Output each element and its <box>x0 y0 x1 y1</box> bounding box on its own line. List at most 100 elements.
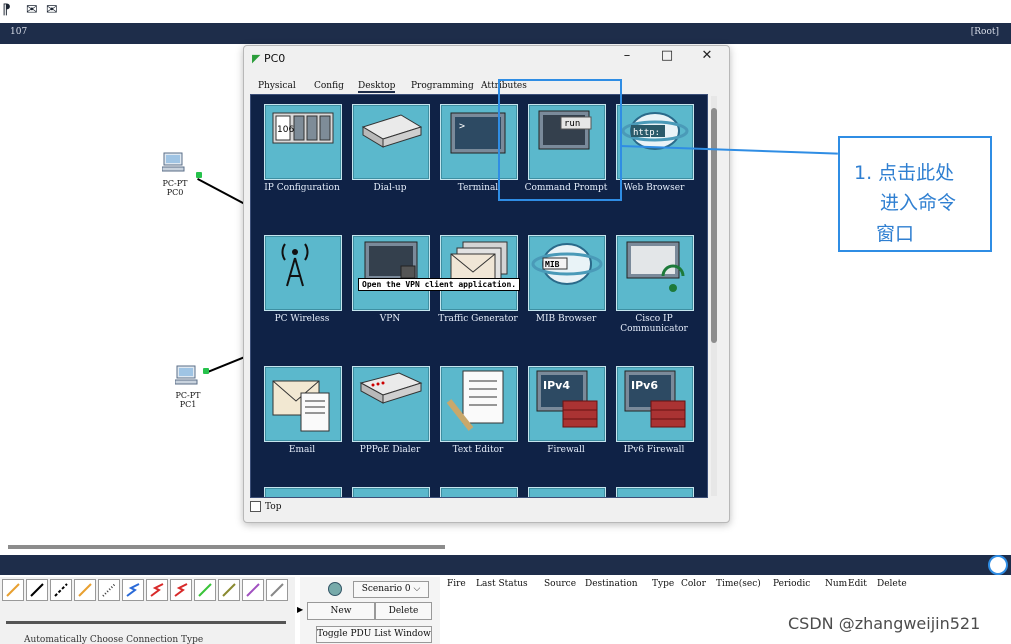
tool-coaxial-cable[interactable] <box>146 579 168 601</box>
tool-usb-cable[interactable] <box>266 579 288 601</box>
app-tile-partial[interactable] <box>264 487 342 497</box>
ip-communicator-icon <box>626 241 685 292</box>
tool-crossover-cable[interactable] <box>74 579 96 601</box>
pppoe-dialer-label: PPPoE Dialer <box>359 445 421 455</box>
ipv6-firewall-app[interactable]: IPv6 <box>616 366 694 442</box>
device-name-label: PC0 <box>166 188 184 197</box>
cisco-ip-communicator-label: Cisco IP Communicator <box>620 314 688 334</box>
expand-arrow-icon[interactable]: ▶ <box>297 605 303 614</box>
tool-serial-dce[interactable] <box>170 579 192 601</box>
link-pc0[interactable] <box>197 178 244 205</box>
column-num[interactable]: Num <box>825 579 847 589</box>
column-fire[interactable]: Fire <box>447 579 466 589</box>
column-destination[interactable]: Destination <box>585 579 638 589</box>
tool-serial-dte[interactable] <box>194 579 216 601</box>
text-editor-label: Text Editor <box>452 445 504 455</box>
top-checkbox[interactable]: Top <box>250 501 281 512</box>
callout-line-1: 1. 点击此处 <box>854 162 955 184</box>
app-tile-partial[interactable] <box>528 487 606 497</box>
tool-console-cable[interactable] <box>26 579 48 601</box>
new-button[interactable]: New <box>307 602 375 620</box>
tab-programming[interactable]: Programming <box>411 81 474 91</box>
traffic-generator-icon <box>450 241 508 287</box>
pen-icon[interactable]: ⁋ <box>2 2 11 18</box>
checkbox-box[interactable] <box>250 501 261 512</box>
navbar-left-text: 107 <box>10 27 28 37</box>
column-color[interactable]: Color <box>681 579 706 589</box>
tool-auto-connection[interactable] <box>2 579 24 601</box>
window-title: ◤ PC0 <box>252 52 285 65</box>
desktop-scroll-thumb[interactable] <box>711 108 717 343</box>
navbar-root-label[interactable]: [Root] <box>971 27 999 37</box>
column-type[interactable]: Type <box>652 579 674 589</box>
open-mail-icon[interactable]: ✉ <box>46 2 58 18</box>
column-periodic[interactable]: Periodic <box>773 579 810 589</box>
vpn-app[interactable] <box>352 235 430 311</box>
svg-text:MIB: MIB <box>545 260 560 269</box>
pc-wireless-app[interactable] <box>264 235 342 311</box>
mib-browser-app[interactable]: MIB <box>528 235 606 311</box>
realtime-mode-button[interactable] <box>988 555 1008 575</box>
mib-browser-label: MIB Browser <box>535 314 597 324</box>
column-source[interactable]: Source <box>544 579 576 589</box>
workspace-navbar: 107 [Root] <box>0 23 1011 44</box>
scenario-select-value: Scenario 0 <box>361 584 411 594</box>
ip-configuration-app[interactable]: 106 <box>264 104 342 180</box>
callout-line-3: 窗口 <box>876 223 915 245</box>
delete-button[interactable]: Delete <box>375 602 432 620</box>
vpn-label: VPN <box>379 314 401 324</box>
tab-config[interactable]: Config <box>314 81 344 91</box>
tool-phone-cable[interactable] <box>122 579 144 601</box>
app-tile-partial[interactable] <box>352 487 430 497</box>
tab-desktop[interactable]: Desktop <box>358 81 396 93</box>
desktop-panel: 106 > run http: IP Configuration Dial-up… <box>250 94 708 498</box>
callout-line-2: 进入命令 <box>880 192 957 214</box>
tool-straight-cable[interactable] <box>50 579 72 601</box>
web-browser-app[interactable]: http: <box>616 104 694 180</box>
app-tile-partial[interactable] <box>440 487 518 497</box>
watermark: CSDN @zhangweijin521 <box>788 614 981 633</box>
tool-fiber-cable[interactable] <box>98 579 120 601</box>
scenario-select[interactable]: Scenario 0 ⌵ <box>353 581 429 598</box>
svg-text:106: 106 <box>277 125 294 135</box>
ip-configuration-label: IP Configuration <box>264 183 340 193</box>
tab-physical[interactable]: Physical <box>258 81 296 91</box>
text-editor-app[interactable] <box>440 366 518 442</box>
firewall-app[interactable]: IPv4 <box>528 366 606 442</box>
email-app[interactable] <box>264 366 342 442</box>
column-edit[interactable]: Edit <box>848 579 867 589</box>
command-prompt-highlight <box>498 79 622 201</box>
tool-octal-cable[interactable] <box>218 579 240 601</box>
device-pc0[interactable]: PC-PT PC0 <box>150 152 200 200</box>
ip-config-icon: 106 <box>272 112 334 144</box>
maximize-button[interactable]: □ <box>652 48 682 63</box>
modem-icon <box>361 114 423 148</box>
svg-text:IPv6: IPv6 <box>631 379 658 392</box>
tools-scrollbar[interactable] <box>6 621 286 624</box>
toggle-pdu-list-button[interactable]: Toggle PDU List Window <box>316 626 432 643</box>
link-status-dot <box>196 172 202 178</box>
column-last-status[interactable]: Last Status <box>476 579 528 589</box>
dial-up-app[interactable] <box>352 104 430 180</box>
cisco-ip-communicator-app[interactable] <box>616 235 694 311</box>
firewall-label: Firewall <box>547 445 585 455</box>
mib-browser-icon: MIB <box>531 243 603 285</box>
top-toolbar: ⁋ ✉ ✉ <box>0 0 1011 22</box>
tool-iot-cable[interactable] <box>242 579 264 601</box>
pppoe-dialer-app[interactable] <box>352 366 430 442</box>
column-delete[interactable]: Delete <box>877 579 907 589</box>
minimize-button[interactable]: – <box>612 48 642 63</box>
firewall-icon: IPv4 <box>536 370 598 428</box>
traffic-generator-app[interactable] <box>440 235 518 311</box>
window-title-text: PC0 <box>263 52 286 65</box>
email-icon <box>272 380 330 432</box>
close-button[interactable]: ✕ <box>692 48 722 63</box>
column-time[interactable]: Time(sec) <box>716 579 761 589</box>
svg-text:IPv4: IPv4 <box>543 379 570 392</box>
mail-icon[interactable]: ✉ <box>26 2 38 18</box>
pppoe-icon <box>359 372 423 404</box>
workspace-hscrollbar[interactable] <box>8 545 445 549</box>
svg-text:http:: http: <box>633 128 660 138</box>
app-tile-partial[interactable] <box>616 487 694 497</box>
pc0-window[interactable]: ◤ PC0 – □ ✕ Physical Config Desktop Prog… <box>243 45 730 523</box>
